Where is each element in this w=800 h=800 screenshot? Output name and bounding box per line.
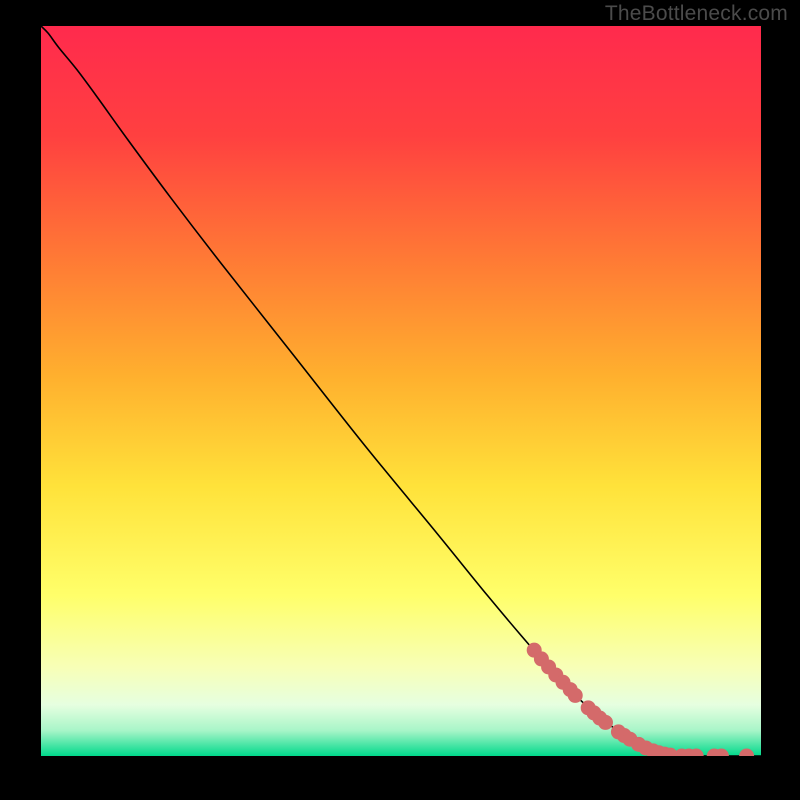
data-marker <box>598 715 613 730</box>
plot-svg <box>41 26 761 756</box>
gradient-background <box>41 26 761 756</box>
plot-area <box>41 26 761 756</box>
watermark-text: TheBottleneck.com <box>605 2 788 26</box>
chart-stage: TheBottleneck.com <box>0 0 800 800</box>
data-marker <box>568 688 583 703</box>
